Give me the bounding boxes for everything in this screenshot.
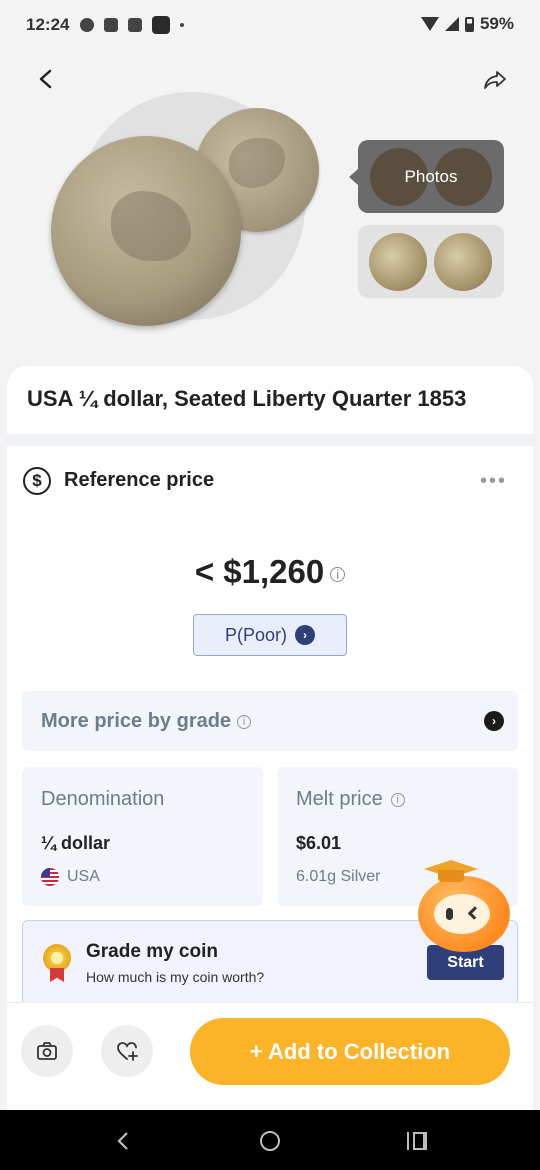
denomination-label: Denomination [41, 788, 165, 810]
nav-home-icon[interactable] [260, 1131, 280, 1151]
play-icon [128, 18, 142, 32]
app-notification-icon [152, 16, 170, 34]
more-price-by-grade-row[interactable]: More price by grade i › [22, 691, 518, 751]
info-icon[interactable]: i [330, 566, 346, 582]
status-bar: 12:24 59% [0, 0, 540, 50]
grade-label: P(Poor) [224, 624, 287, 645]
country-row: USA [41, 868, 100, 886]
chevron-right-icon: › [484, 711, 504, 731]
status-time: 12:24 [26, 15, 70, 34]
chat-icon [80, 18, 94, 32]
chevron-right-icon: › [295, 625, 315, 645]
photos-label: Photos [404, 167, 458, 186]
mascot-assistant-icon[interactable] [412, 860, 516, 954]
dollar-circle-icon: $ [23, 467, 51, 495]
nav-recents-icon[interactable] [407, 1132, 427, 1150]
notification-icons [80, 16, 184, 34]
battery-icon [464, 16, 474, 32]
chevron-left-icon[interactable] [35, 68, 57, 90]
melt-price-value: $6.01 [296, 833, 342, 853]
denomination-card: Denomination ¼ dollar USA [22, 767, 263, 906]
price-value: < $1,260 i [7, 553, 533, 591]
more-price-by-grade-label: More price by grade i [41, 710, 252, 733]
grade-card-title: Grade my coin [86, 941, 218, 962]
us-flag-icon [41, 868, 59, 886]
more-notifications-icon [180, 23, 184, 27]
info-icon[interactable]: i [390, 792, 405, 807]
denomination-value: ¼ dollar [41, 833, 111, 853]
add-to-collection-button[interactable]: + Add to Collection [190, 1018, 510, 1085]
reference-obverse-thumb [369, 233, 427, 291]
coin-title-card: USA ¼ dollar, Seated Liberty Quarter 185… [7, 366, 533, 434]
coin-obverse-image[interactable] [51, 136, 241, 326]
top-nav [7, 50, 533, 110]
section-divider [7, 434, 533, 446]
add-to-wishlist-button[interactable] [101, 1025, 153, 1077]
signal-icon [444, 17, 459, 31]
grade-selector[interactable]: P(Poor) › [193, 614, 347, 656]
reference-photo-thumbnail[interactable] [358, 225, 504, 298]
system-icons: 59% [420, 14, 514, 34]
share-arrow-icon[interactable] [483, 68, 507, 92]
nav-back-icon[interactable] [116, 1130, 130, 1152]
camera-icon [37, 1042, 57, 1060]
bottom-action-bar: + Add to Collection [7, 1002, 533, 1110]
photos-button[interactable]: Photos [349, 140, 504, 213]
info-icon[interactable]: i [237, 714, 252, 729]
system-navigation-bar [0, 1110, 540, 1170]
reference-price-title: Reference price [64, 469, 215, 491]
heart-plus-icon [117, 1042, 138, 1061]
reference-reverse-thumb [434, 233, 492, 291]
coin-title: USA ¼ dollar, Seated Liberty Quarter 185… [27, 386, 467, 411]
video-icon [104, 18, 118, 32]
grade-card-subtitle: How much is my coin worth? [86, 969, 265, 985]
camera-button[interactable] [21, 1025, 73, 1077]
melt-price-label: Melt price i [296, 788, 405, 811]
country-name: USA [67, 868, 100, 885]
medal-icon [43, 944, 71, 972]
more-horizontal-icon[interactable]: ••• [480, 470, 507, 493]
battery-level: 59% [479, 14, 514, 33]
wifi-icon [420, 17, 439, 31]
melt-detail: 6.01g Silver [296, 868, 381, 885]
